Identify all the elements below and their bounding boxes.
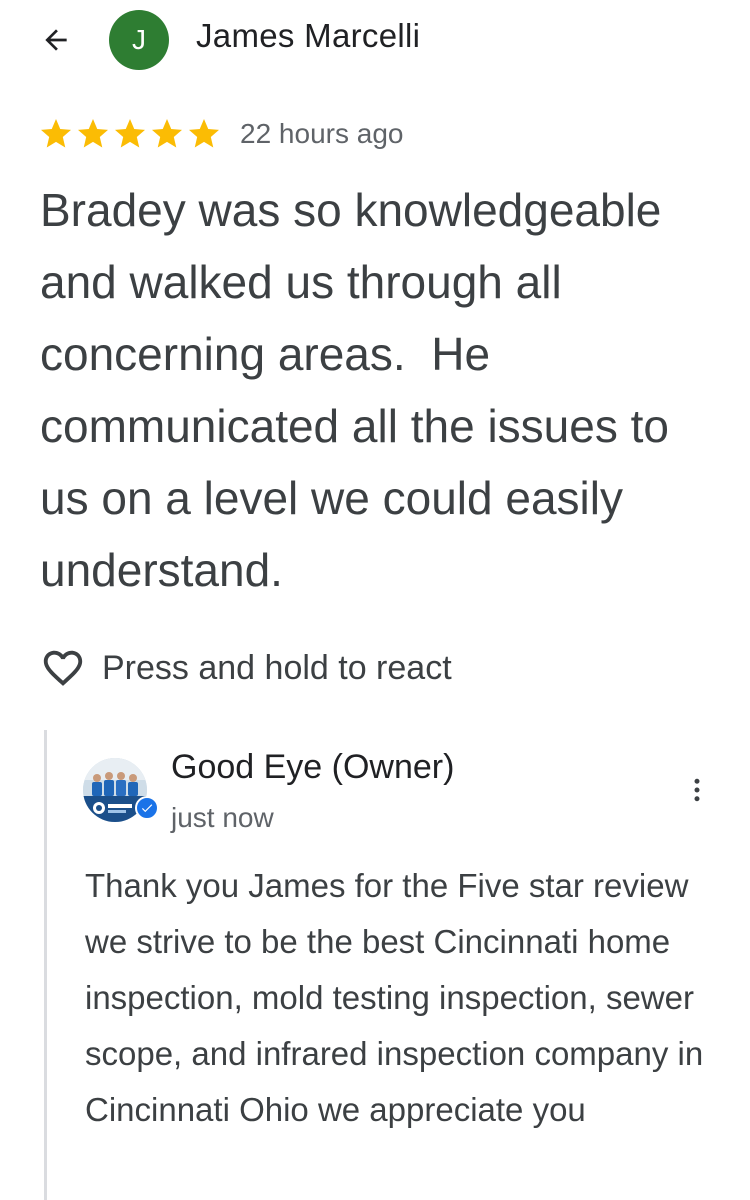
star-icon [78,119,108,148]
heart-outline-icon [43,650,83,686]
owner-name: Good Eye (Owner) [171,748,455,786]
verified-badge-icon [135,796,159,820]
react-label: Press and hold to react [102,648,452,687]
star-icon [41,119,71,148]
arrow-left-icon [45,29,67,51]
review-text: Bradey was so knowledgeable and walked u… [40,184,682,596]
rating-row: 22 hours ago [38,112,403,156]
star-icon [115,119,145,148]
avatar-initial: J [132,24,146,55]
star-icon [152,119,182,148]
more-vert-icon [694,778,700,802]
owner-reply: Good Eye (Owner) just now Thank you Jame… [44,730,750,1200]
reviewer-avatar[interactable]: J [109,10,169,70]
review-time: 22 hours ago [240,118,404,149]
reply-text: Thank you James for the Five star review… [85,867,704,1128]
star-rating [38,116,222,152]
star-icon [189,119,219,148]
reply-time: just now [171,802,274,833]
back-button[interactable] [34,18,78,62]
react-button[interactable]: Press and hold to react [40,644,452,692]
review-header: J James Marcelli [0,0,750,80]
more-options-button[interactable] [675,768,719,812]
reviewer-name[interactable]: James Marcelli [196,17,420,55]
